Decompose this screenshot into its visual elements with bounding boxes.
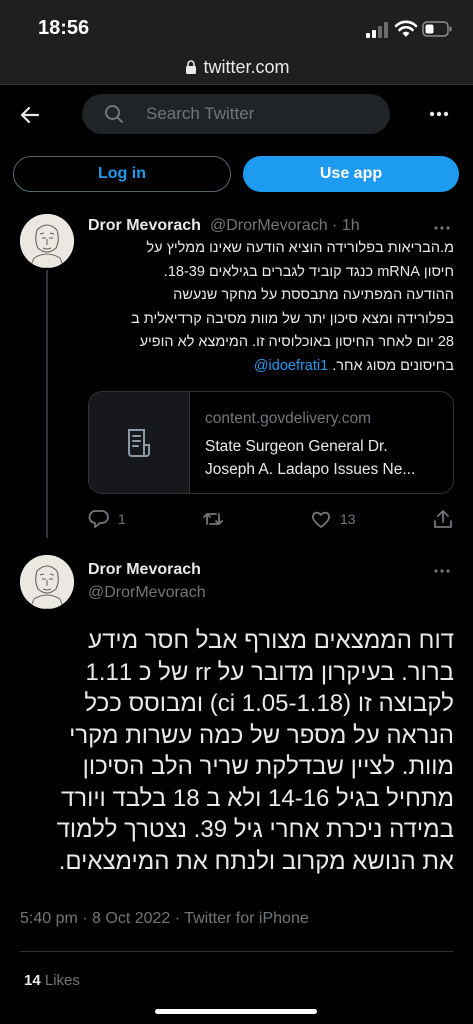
likes-summary[interactable]: 14 Likes (24, 972, 80, 989)
tweet-text-line: 28 יום לאחר החיסון באוכלוסיה זו. המימצא … (139, 334, 454, 350)
main-tweet-text: דוח הממצאים מצורף אבל חסר מידע ברור. בעי… (22, 625, 454, 877)
reply-icon[interactable] (88, 508, 110, 530)
link-card[interactable]: content.govdelivery.com State Surgeon Ge… (88, 391, 454, 494)
search-placeholder: Search Twitter (146, 104, 255, 123)
cellular-signal-icon (366, 22, 388, 38)
url-text[interactable]: twitter.com (203, 57, 289, 77)
tweet-more-icon[interactable] (432, 220, 452, 236)
tweet-author-handle[interactable]: @DrorMevorach · 1h (210, 217, 360, 235)
more-icon[interactable] (428, 104, 450, 124)
link-card-title-line: Joseph A. Ladapo Issues Ne... (205, 461, 416, 478)
status-time: 18:56 (38, 17, 90, 39)
avatar[interactable] (20, 555, 74, 609)
avatar-sketch-icon (20, 214, 74, 268)
avatar-sketch-icon (20, 555, 74, 609)
tweet-text-line: בחיסונים מסוג אחר. (332, 357, 454, 374)
tweet-text-line: ההודעה המפתיעה מתבססת על מחקר שנעשה (173, 287, 454, 303)
likes-label: Likes (44, 972, 80, 989)
tweet-text: מ.הבריאות בפלורידה הוציא הודעה שאינו ממל… (88, 237, 454, 378)
main-tweet-text-line: מתחיל בגיל 14-16 ולא ב 18 בלבד ויורד (60, 784, 454, 812)
main-tweet-text-line: את הנושא מקרוב ולנתח את המימצאים. (58, 847, 454, 875)
wifi-icon (394, 20, 418, 37)
main-tweet-text-line: דוח הממצאים מצורף אבל חסר מידע (88, 627, 454, 654)
tweet-timestamp[interactable]: 5:40 pm · 8 Oct 2022 · Twitter for iPhon… (20, 910, 309, 928)
link-card-domain: content.govdelivery.com (205, 410, 371, 427)
thread-connector (46, 270, 48, 538)
back-arrow-icon[interactable] (18, 103, 42, 127)
battery-icon (422, 21, 452, 37)
main-tweet-author-handle[interactable]: @DrorMevorach (88, 584, 206, 602)
status-bar: 18:56 (0, 0, 473, 52)
like-count: 13 (340, 511, 356, 527)
home-indicator[interactable] (155, 1009, 317, 1014)
lock-icon (186, 60, 197, 74)
tweet-text-line: חיסון mRNA כנגד קוביד לגברים בגילאים 18-… (163, 263, 454, 280)
avatar[interactable] (20, 214, 74, 268)
document-icon (128, 429, 150, 457)
mention-link[interactable]: @idoefrati1 (254, 358, 328, 374)
main-tweet-text-line: הנראה על מספר של כמה עשרות מקרי (69, 721, 454, 749)
likes-count: 14 (24, 972, 41, 989)
tweet-text-line: מ.הבריאות בפלורידה הוציא הודעה שאינו ממל… (146, 240, 454, 256)
tweet-author-name[interactable]: Dror Mevorach (88, 217, 201, 235)
share-icon[interactable] (432, 508, 454, 530)
link-card-title: State Surgeon General Dr. Joseph A. Lada… (205, 435, 443, 481)
tweet-text-line-with-mention: בחיסונים מסוג אחר. @idoefrati1 (88, 355, 454, 379)
divider (20, 951, 453, 952)
main-tweet-text-line: לקבוצה זו (ci 1.05-1.18) ומבוסס ככל (84, 690, 454, 717)
main-tweet-author-name[interactable]: Dror Mevorach (88, 561, 201, 579)
reply-count: 1 (118, 511, 126, 527)
search-icon (105, 105, 123, 123)
main-tweet-text-line: מוות. לציין שבדלקת שריר הלב הסיכון (82, 753, 454, 780)
main-tweet-text-line: ברור. בעיקרון מדובר על rr של כ 1.11 (85, 658, 454, 686)
browser-url-bar[interactable]: twitter.com (0, 52, 473, 85)
login-button[interactable]: Log in (13, 156, 231, 192)
retweet-icon[interactable] (202, 508, 224, 530)
link-card-thumbnail (89, 392, 190, 493)
main-tweet-text-line: במידה ניכרת אחרי גיל 39. נצטרך ללמוד (56, 816, 454, 843)
link-card-title-line: State Surgeon General Dr. (205, 438, 388, 455)
like-icon[interactable] (310, 508, 332, 530)
use-app-button[interactable]: Use app (243, 156, 459, 192)
tweet-text-line: בפלורידה ומצא סיכון יתר של מוות מסיבה קר… (131, 310, 454, 327)
search-input[interactable]: Search Twitter (82, 94, 390, 134)
main-tweet-more-icon[interactable] (432, 563, 452, 579)
